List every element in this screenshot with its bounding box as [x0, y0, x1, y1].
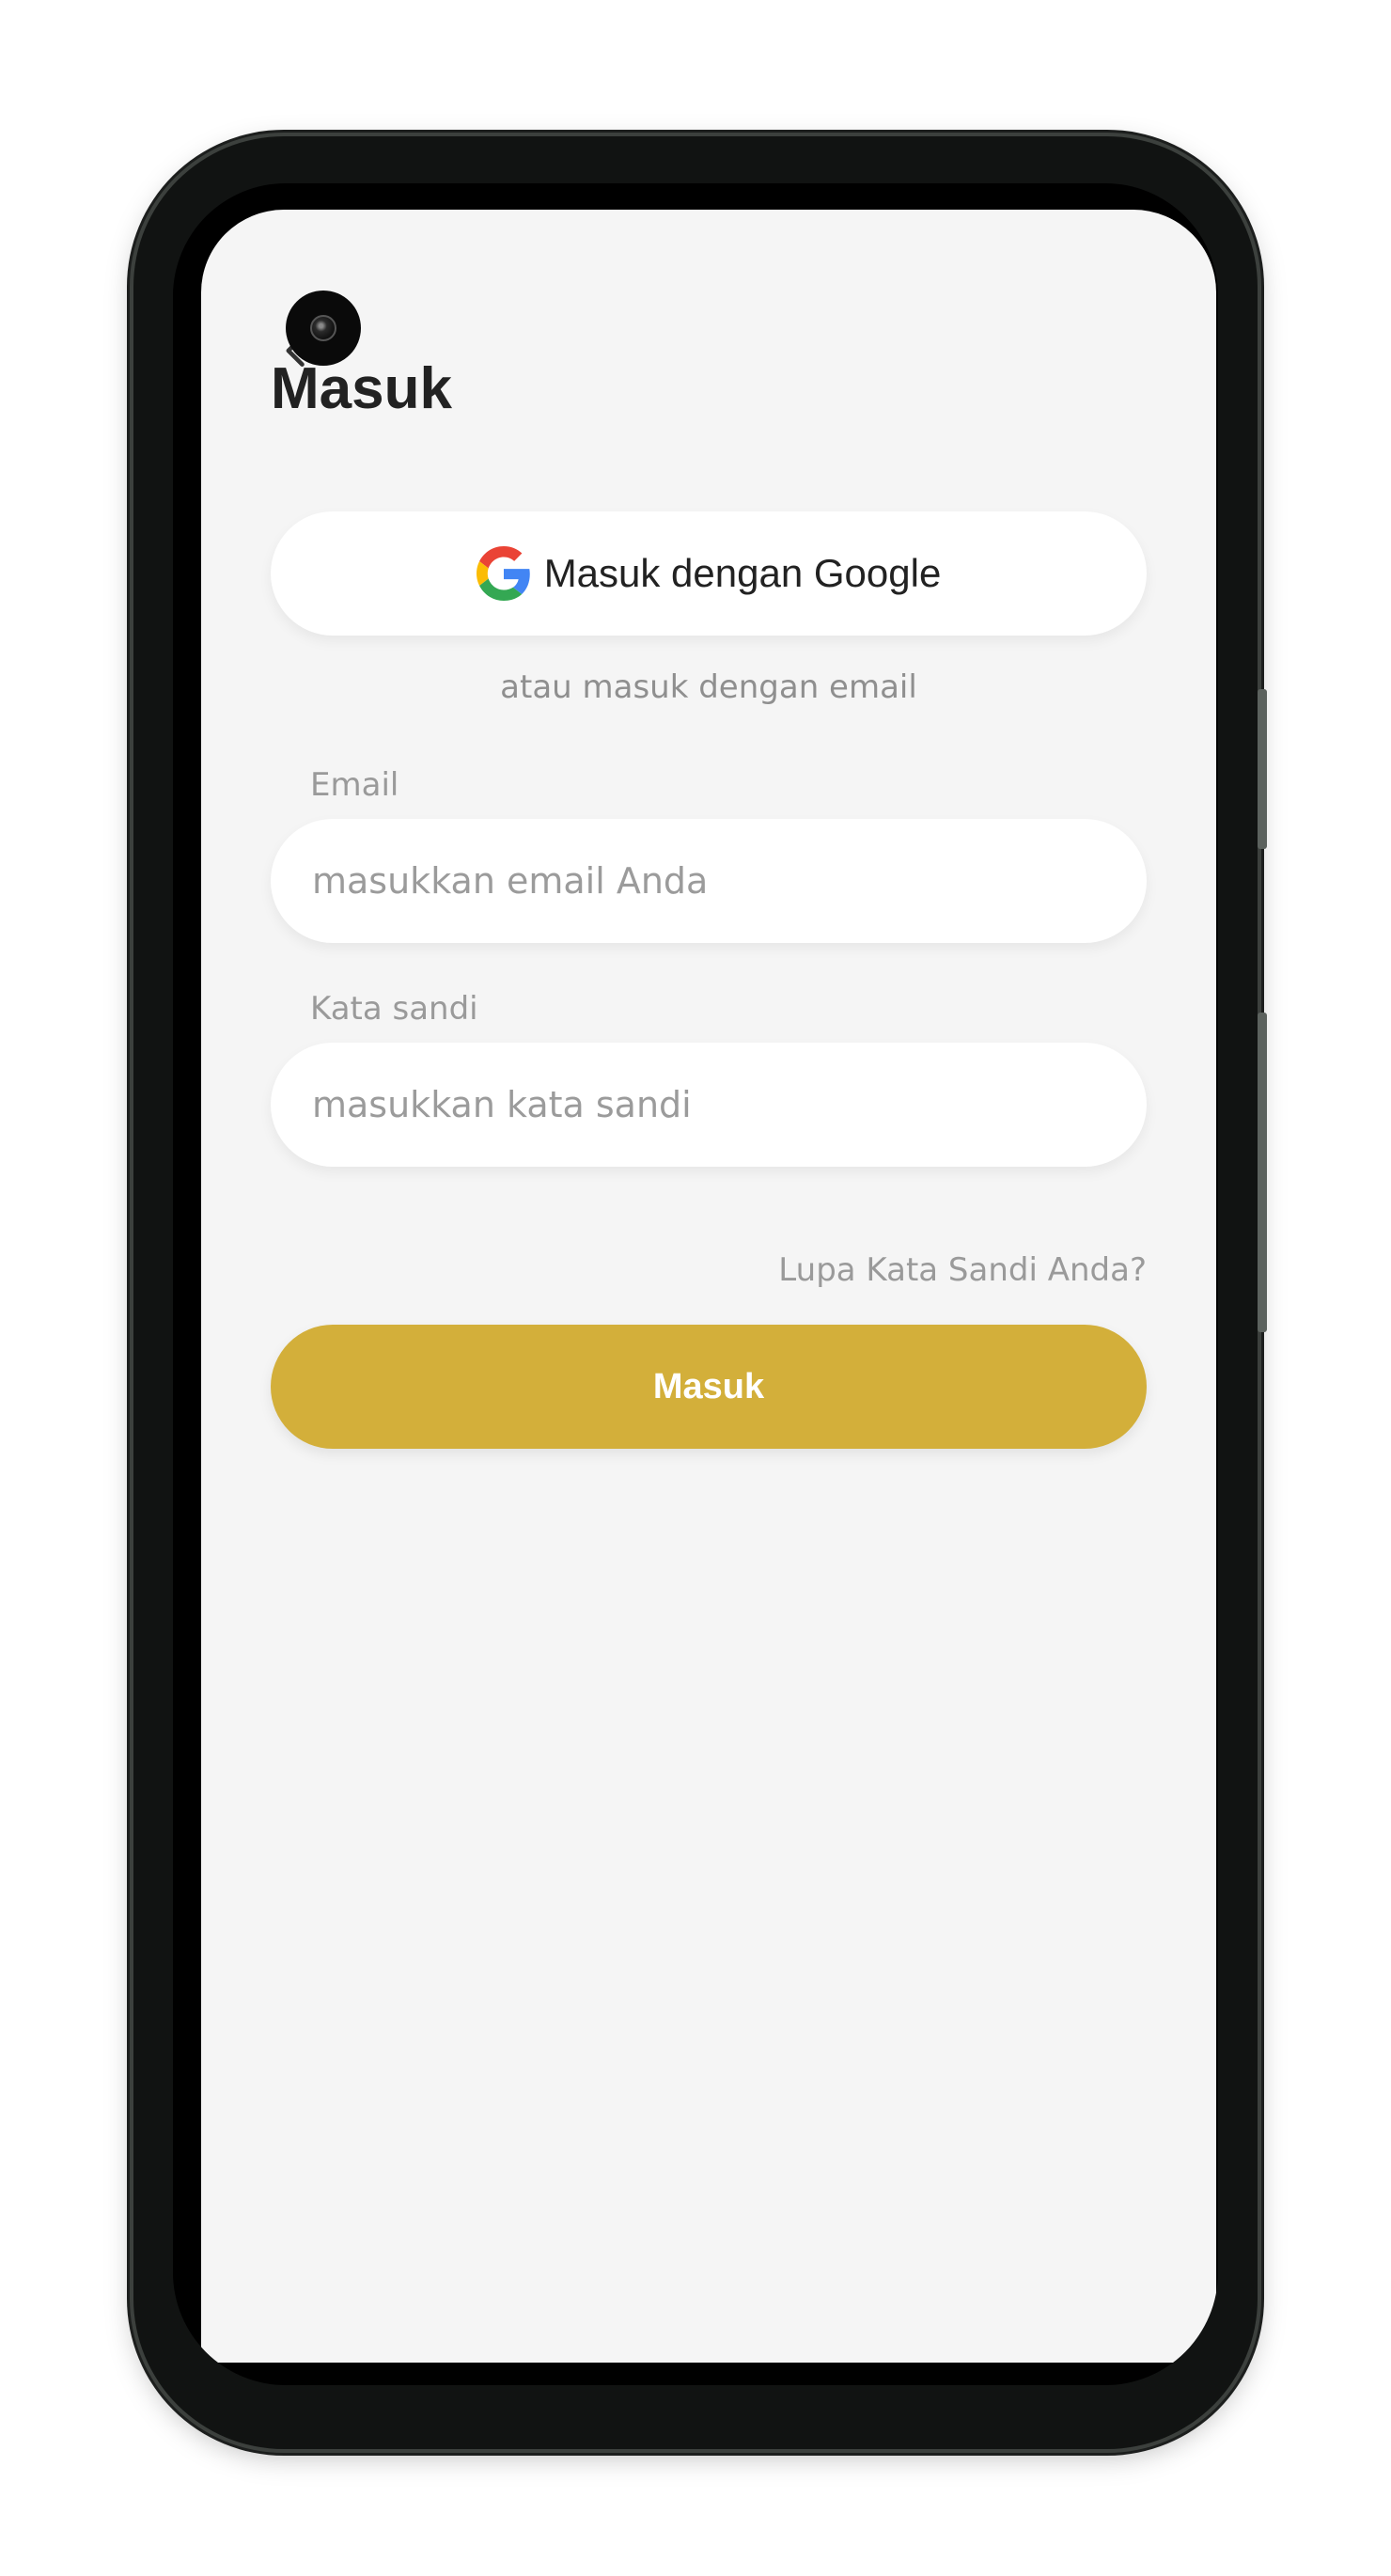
password-field[interactable]: [310, 1083, 1122, 1126]
password-field-container: [271, 1043, 1147, 1167]
power-button: [1258, 1013, 1267, 1332]
screen-bezel: Masuk Masuk dengan Google atau masuk den…: [173, 183, 1218, 2385]
phone-frame: Masuk Masuk dengan Google atau masuk den…: [133, 136, 1267, 2449]
google-signin-button[interactable]: Masuk dengan Google: [271, 511, 1147, 636]
password-label: Kata sandi: [310, 990, 478, 1028]
google-logo-icon: [476, 546, 530, 601]
google-signin-label: Masuk dengan Google: [543, 551, 942, 595]
page-title: Masuk: [271, 356, 452, 421]
volume-button: [1258, 689, 1267, 849]
email-divider-text: atau masuk dengan email: [500, 668, 917, 706]
email-field[interactable]: [310, 859, 1122, 903]
forgot-password-link[interactable]: Lupa Kata Sandi Anda?: [778, 1251, 1147, 1289]
camera-lens: [310, 315, 336, 341]
app-screen: Masuk Masuk dengan Google atau masuk den…: [201, 210, 1216, 2363]
email-field-container: [271, 819, 1147, 943]
login-button[interactable]: Masuk: [271, 1325, 1147, 1449]
front-camera: [286, 291, 361, 366]
email-label: Email: [310, 766, 399, 804]
